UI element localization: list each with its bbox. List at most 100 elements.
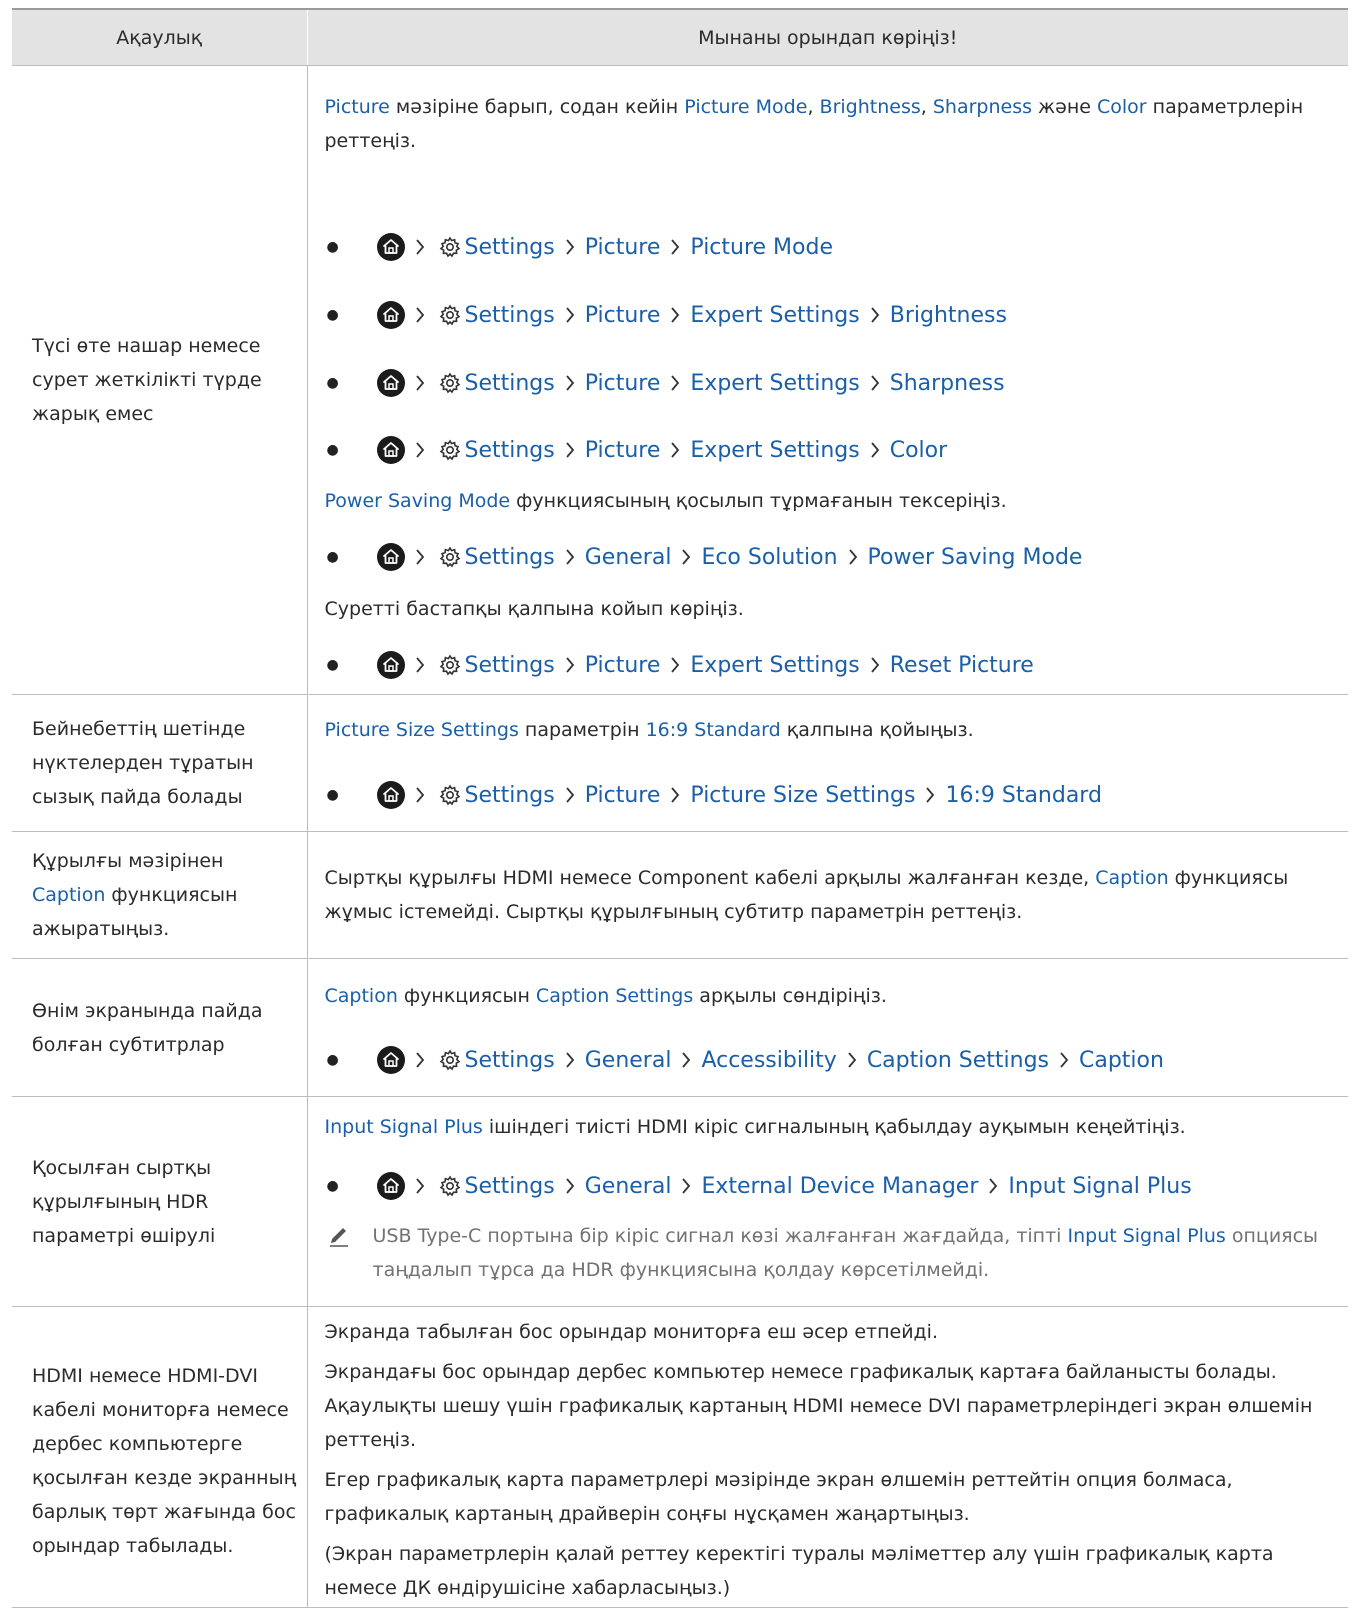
path-segment[interactable]: Settings — [465, 438, 555, 463]
bullet-icon: ● — [326, 1178, 339, 1194]
chevron-right-icon — [1059, 1051, 1069, 1069]
path-segment[interactable]: Sharpness — [890, 371, 1005, 396]
gear-icon — [439, 654, 461, 676]
menu-path: ● Settings Picture Expert Settings Reset… — [325, 648, 1034, 682]
instruction-text: Экрандағы бос орындар дербес компьютер н… — [324, 1361, 1313, 1451]
instruction-text: Caption функциясын Caption Settings арқы… — [324, 985, 887, 1007]
chevron-right-icon — [565, 238, 575, 256]
table-row: Құрылғы мәзірінен Caption функциясын ажы… — [12, 831, 1348, 959]
path-segment[interactable]: Caption — [1079, 1048, 1164, 1073]
gear-icon — [439, 1175, 461, 1197]
gear-icon — [439, 236, 461, 258]
path-segment[interactable]: Picture — [585, 438, 661, 463]
home-icon — [376, 369, 405, 397]
chevron-right-icon — [565, 374, 575, 392]
chevron-right-icon — [415, 306, 425, 324]
problem-cell: HDMI немесе HDMI-DVI кабелі мониторға не… — [12, 1306, 308, 1608]
path-segment[interactable]: Picture — [585, 371, 661, 396]
path-segment[interactable]: Caption Settings — [867, 1048, 1049, 1073]
chevron-right-icon — [565, 1051, 575, 1069]
path-segment[interactable]: Eco Solution — [701, 545, 837, 570]
path-segment[interactable]: Picture — [585, 653, 661, 678]
path-segment[interactable]: Reset Picture — [890, 653, 1034, 678]
path-segment[interactable]: Accessibility — [701, 1048, 836, 1073]
path-segment[interactable]: Power Saving Mode — [868, 545, 1083, 570]
instruction-text: Экранда табылған бос орындар мониторға е… — [324, 1321, 939, 1343]
home-icon — [376, 1172, 405, 1200]
bullet-icon: ● — [326, 442, 339, 458]
path-segment[interactable]: Picture — [585, 783, 661, 808]
instruction-text: Input Signal Plus ішіндегі тиісті HDMI к… — [324, 1116, 1186, 1138]
chevron-right-icon — [670, 306, 680, 324]
path-segment[interactable]: Expert Settings — [690, 371, 859, 396]
path-segment[interactable]: Settings — [465, 1048, 555, 1073]
path-segment[interactable]: Expert Settings — [690, 438, 859, 463]
chevron-right-icon — [847, 1051, 857, 1069]
menu-path: ● Settings Picture Expert Settings Brigh… — [325, 298, 1007, 332]
gear-icon — [439, 784, 461, 806]
solution-cell: Caption функциясын Caption Settings арқы… — [307, 958, 1348, 1097]
chevron-right-icon — [565, 786, 575, 804]
home-icon — [376, 1046, 405, 1074]
menu-path: ● Settings Picture Picture Mode — [325, 230, 833, 264]
chevron-right-icon — [870, 441, 880, 459]
path-segment[interactable]: Input Signal Plus — [1008, 1174, 1191, 1199]
header-problem: Ақаулық — [12, 8, 308, 66]
chevron-right-icon — [565, 1177, 575, 1195]
table-row: Қосылған сыртқы құрылғының HDR параметрі… — [12, 1096, 1348, 1307]
problem-cell: Бейнебеттің шетінде нүктелерден тұратын … — [12, 694, 308, 832]
bullet-icon: ● — [326, 787, 339, 803]
path-segment[interactable]: Settings — [465, 235, 555, 260]
instruction-text: Power Saving Mode функциясының қосылып т… — [324, 490, 1007, 512]
chevron-right-icon — [925, 786, 935, 804]
home-icon — [376, 781, 405, 809]
path-segment[interactable]: Expert Settings — [690, 653, 859, 678]
path-segment[interactable]: Expert Settings — [690, 303, 859, 328]
chevron-right-icon — [988, 1177, 998, 1195]
path-segment[interactable]: Picture Size Settings — [690, 783, 915, 808]
path-segment[interactable]: Picture — [585, 235, 661, 260]
header-solution: Мынаны орындап көріңіз! — [307, 8, 1348, 66]
path-segment[interactable]: General — [585, 1048, 672, 1073]
bullet-icon: ● — [326, 1052, 339, 1068]
path-segment[interactable]: Settings — [465, 303, 555, 328]
path-segment[interactable]: Settings — [465, 545, 555, 570]
bullet-icon: ● — [326, 375, 339, 391]
path-segment[interactable]: 16:9 Standard — [945, 783, 1101, 808]
problem-cell: Қосылған сыртқы құрылғының HDR параметрі… — [12, 1096, 308, 1307]
troubleshooting-table: Ақаулық Мынаны орындап көріңіз! Түсі өте… — [12, 8, 1348, 1608]
path-segment[interactable]: Color — [890, 438, 947, 463]
path-segment[interactable]: Brightness — [890, 303, 1007, 328]
instruction-text: Сыртқы құрылғы HDMI немесе Component каб… — [324, 867, 1289, 923]
table-row: Өнім экранында пайда болған субтитрлар C… — [12, 958, 1348, 1097]
chevron-right-icon — [565, 306, 575, 324]
path-segment[interactable]: Picture — [585, 303, 661, 328]
path-segment[interactable]: Picture Mode — [690, 235, 833, 260]
menu-path: ● Settings General Accessibility Caption… — [325, 1043, 1164, 1077]
instruction-text: Picture мәзіріне барып, содан кейін Pict… — [324, 96, 1304, 152]
menu-path: ● Settings Picture Expert Settings Color — [325, 433, 947, 467]
menu-path: ● Settings General External Device Manag… — [325, 1169, 1192, 1203]
chevron-right-icon — [670, 238, 680, 256]
gear-icon — [439, 546, 461, 568]
chevron-right-icon — [681, 1177, 691, 1195]
gear-icon — [439, 1049, 461, 1071]
menu-path: ● Settings Picture Picture Size Settings… — [325, 778, 1102, 812]
path-segment[interactable]: Settings — [465, 783, 555, 808]
problem-cell: Өнім экранында пайда болған субтитрлар — [12, 958, 308, 1097]
path-segment[interactable]: General — [585, 545, 672, 570]
chevron-right-icon — [848, 548, 858, 566]
menu-path: ● Settings General Eco Solution Power Sa… — [325, 540, 1083, 574]
path-segment[interactable]: External Device Manager — [701, 1174, 978, 1199]
chevron-right-icon — [415, 656, 425, 674]
problem-cell: Түсі өте нашар немесе сурет жеткілікті т… — [12, 65, 308, 695]
path-segment[interactable]: Settings — [465, 1174, 555, 1199]
bullet-icon: ● — [326, 239, 339, 255]
path-segment[interactable]: Settings — [465, 653, 555, 678]
chevron-right-icon — [415, 1177, 425, 1195]
instruction-text: Суретті бастапқы қалпына койып көріңіз. — [324, 598, 744, 620]
path-segment[interactable]: General — [585, 1174, 672, 1199]
chevron-right-icon — [415, 374, 425, 392]
solution-cell: Input Signal Plus ішіндегі тиісті HDMI к… — [307, 1096, 1348, 1307]
path-segment[interactable]: Settings — [465, 371, 555, 396]
